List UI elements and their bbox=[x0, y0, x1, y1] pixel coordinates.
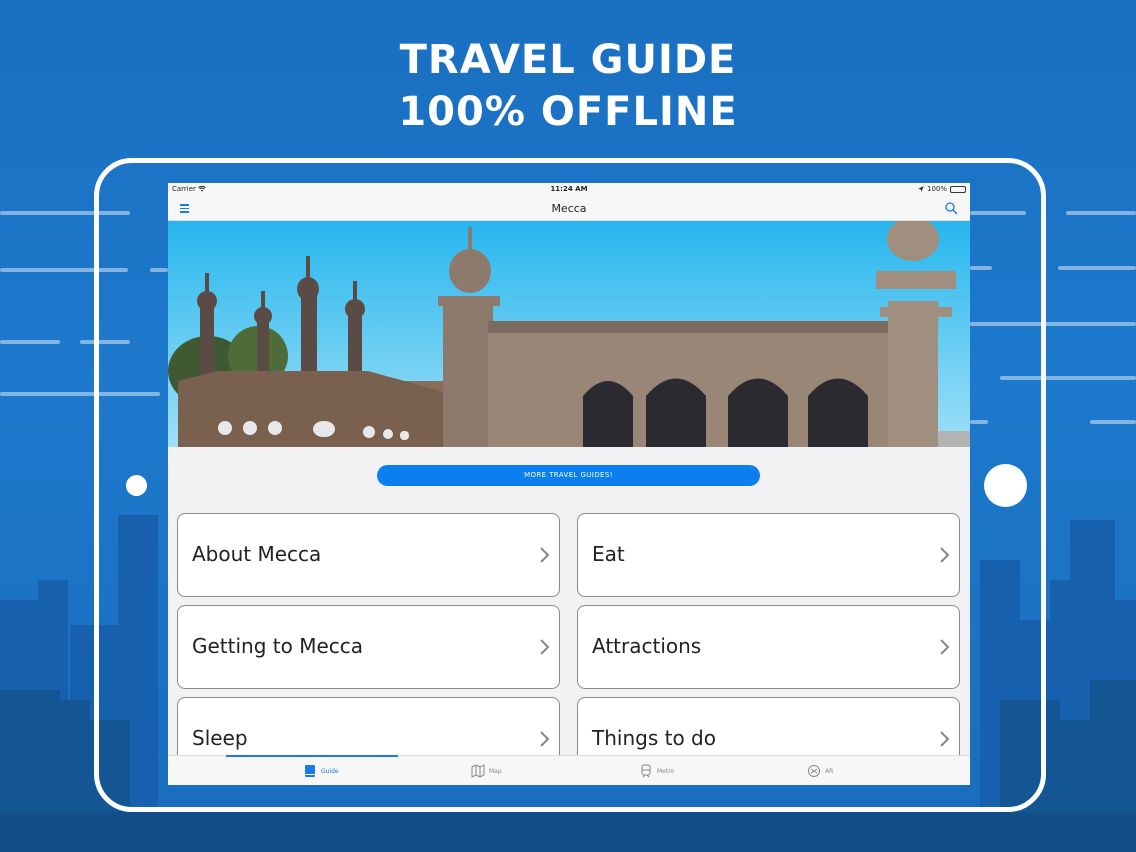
ar-icon bbox=[808, 765, 820, 777]
status-bar: Carrier 11:24 AM 100% bbox=[168, 183, 970, 196]
tablet-camera bbox=[126, 475, 147, 496]
tile-about-mecca[interactable]: About Mecca bbox=[177, 513, 560, 597]
more-travel-guides-button[interactable]: MORE TRAVEL GUIDES! bbox=[377, 465, 760, 486]
battery-icon bbox=[950, 185, 966, 193]
tablet-home-button bbox=[984, 464, 1027, 507]
tab-label: Guide bbox=[321, 767, 339, 775]
book-icon bbox=[305, 765, 315, 777]
metro-icon bbox=[641, 764, 651, 778]
chevron-right-icon bbox=[540, 547, 550, 563]
tile-eat[interactable]: Eat bbox=[577, 513, 960, 597]
headline-line-1: TRAVEL GUIDE bbox=[399, 37, 737, 83]
tile-attractions[interactable]: Attractions bbox=[577, 605, 960, 689]
status-time: 11:24 AM bbox=[550, 185, 588, 193]
chevron-right-icon bbox=[940, 547, 950, 563]
chevron-right-icon bbox=[540, 639, 550, 655]
speed-line bbox=[1058, 266, 1136, 270]
app-screen: Carrier 11:24 AM 100% Mecca MORE TRAVEL … bbox=[168, 183, 970, 785]
chevron-right-icon bbox=[540, 731, 550, 747]
headline-line-2: 100% OFFLINE bbox=[398, 89, 738, 135]
tab-map[interactable]: Map bbox=[471, 763, 502, 779]
tab-label: Map bbox=[489, 767, 502, 775]
tab-metro[interactable]: Metro bbox=[639, 763, 674, 779]
tile-getting-to-mecca[interactable]: Getting to Mecca bbox=[177, 605, 560, 689]
speed-line bbox=[1066, 211, 1136, 215]
battery-status: 100% bbox=[918, 185, 966, 193]
tab-label: Metro bbox=[657, 767, 675, 775]
chevron-right-icon bbox=[940, 639, 950, 655]
map-icon bbox=[471, 764, 485, 778]
tab-label: AR bbox=[825, 767, 834, 775]
tile-label: Attractions bbox=[592, 634, 702, 658]
speed-line bbox=[0, 340, 60, 344]
location-arrow-icon bbox=[918, 186, 924, 192]
tile-label: Getting to Mecca bbox=[192, 634, 364, 658]
nav-bar: Mecca bbox=[168, 196, 970, 221]
promo-headline: TRAVEL GUIDE 100% OFFLINE bbox=[0, 34, 1136, 138]
tab-bar bbox=[168, 755, 970, 785]
tile-label: About Mecca bbox=[192, 542, 322, 566]
tab-guide[interactable]: Guide bbox=[303, 763, 339, 779]
tile-label: Eat bbox=[592, 542, 625, 566]
hero-mosque-image bbox=[168, 221, 970, 447]
tab-active-indicator bbox=[226, 755, 398, 757]
tab-ar[interactable]: AR bbox=[807, 763, 833, 779]
battery-percent: 100% bbox=[926, 185, 947, 193]
speed-line bbox=[1090, 420, 1136, 424]
tile-label: Sleep bbox=[192, 726, 248, 750]
chevron-right-icon bbox=[940, 731, 950, 747]
search-icon[interactable] bbox=[944, 201, 958, 215]
page-title: Mecca bbox=[551, 202, 587, 215]
tile-label: Things to do bbox=[592, 726, 716, 750]
